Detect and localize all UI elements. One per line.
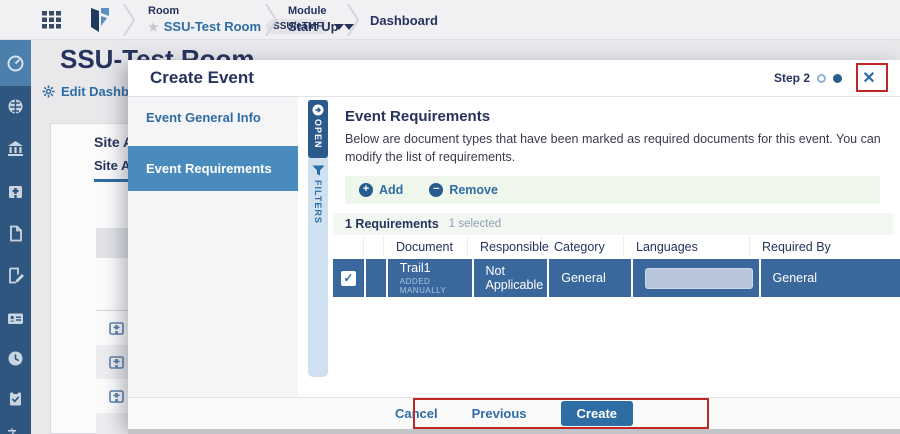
top-header-bar: Room ★ SSU-Test Room SSU/eTMF Module Sta… bbox=[0, 0, 900, 40]
modal-header: Create Event Step 2 ✕ bbox=[128, 60, 900, 97]
document-icon[interactable] bbox=[7, 225, 24, 242]
cell-responsible: Not Applicable bbox=[474, 259, 548, 297]
content-description: Below are document types that have been … bbox=[345, 130, 885, 166]
step-label: Step 2 bbox=[774, 71, 810, 85]
selected-count: 1 selected bbox=[449, 218, 501, 230]
left-sidebar: A bbox=[0, 40, 31, 434]
col-languages: Languages bbox=[624, 237, 750, 257]
create-event-modal: Create Event Step 2 ✕ Event General Info… bbox=[128, 60, 900, 429]
open-filters-tab[interactable]: OPEN bbox=[308, 100, 328, 158]
open-tab-label: OPEN bbox=[313, 119, 323, 149]
apps-grid-icon[interactable] bbox=[42, 11, 62, 29]
requirements-table: Document Type Responsible P... Category … bbox=[333, 235, 900, 297]
content-heading: Event Requirements bbox=[345, 108, 490, 125]
close-icon[interactable]: ✕ bbox=[856, 65, 882, 91]
requirements-count-bar: 1 Requirements 1 selected bbox=[333, 213, 893, 235]
modal-left-nav: Event General Info Event Requirements bbox=[128, 97, 298, 397]
col-document-type: Document Type bbox=[384, 237, 468, 257]
create-button[interactable]: Create bbox=[561, 401, 633, 426]
document-edit-icon[interactable] bbox=[7, 267, 24, 284]
gear-icon bbox=[42, 85, 55, 98]
breadcrumb-separator bbox=[344, 2, 362, 38]
col-responsible: Responsible P... bbox=[468, 237, 542, 257]
table-header-row: Document Type Responsible P... Category … bbox=[333, 235, 900, 259]
modal-title: Create Event bbox=[150, 68, 254, 88]
remove-button[interactable]: − Remove bbox=[429, 183, 498, 197]
add-label: Add bbox=[379, 183, 403, 197]
cell-document-type: Trail1 bbox=[400, 261, 472, 275]
cell-category: General bbox=[549, 259, 631, 297]
site-building-icon bbox=[109, 355, 124, 370]
id-card-icon[interactable] bbox=[7, 310, 24, 327]
module-name[interactable]: Start Up bbox=[288, 19, 339, 34]
step-dot-1 bbox=[817, 74, 826, 83]
room-name[interactable]: SSU-Test Room bbox=[164, 19, 261, 34]
row-checkbox[interactable]: ✓ bbox=[341, 271, 356, 286]
bank-icon[interactable] bbox=[7, 140, 24, 157]
dashboard-gauge-icon[interactable] bbox=[7, 55, 24, 72]
step-indicator: Step 2 bbox=[774, 71, 842, 85]
languages-input[interactable] bbox=[645, 268, 753, 289]
arrow-circle-icon bbox=[312, 104, 324, 116]
globe-icon[interactable] bbox=[7, 98, 24, 115]
remove-label: Remove bbox=[449, 183, 498, 197]
add-button[interactable]: + Add bbox=[359, 183, 403, 197]
col-required-by: Required By bbox=[750, 237, 890, 257]
nav-item-event-requirements[interactable]: Event Requirements bbox=[128, 146, 298, 191]
table-row[interactable]: ✓ Trail1 ADDED MANUALLY Not Applicable G… bbox=[333, 259, 900, 297]
breadcrumb-separator bbox=[262, 2, 280, 38]
added-manually-tag: ADDED MANUALLY bbox=[400, 277, 472, 295]
hospital-icon[interactable] bbox=[7, 183, 24, 200]
add-icon: + bbox=[359, 183, 373, 197]
step-dot-2 bbox=[833, 74, 842, 83]
requirements-count: 1 Requirements bbox=[345, 217, 439, 231]
cell-required-by: General bbox=[761, 259, 900, 297]
translate-icon[interactable]: A bbox=[7, 428, 24, 434]
previous-button[interactable]: Previous bbox=[472, 406, 527, 421]
clipboard-check-icon[interactable] bbox=[7, 390, 24, 407]
breadcrumb-separator bbox=[120, 2, 138, 38]
site-building-icon bbox=[109, 389, 124, 404]
brand-logo[interactable] bbox=[86, 6, 114, 34]
clock-icon[interactable] bbox=[7, 350, 24, 367]
requirements-toolbar: + Add − Remove bbox=[345, 176, 880, 204]
filters-tab-label: FILTERS bbox=[313, 180, 323, 224]
col-category: Category bbox=[542, 237, 624, 257]
nav-item-event-general-info[interactable]: Event General Info bbox=[128, 97, 298, 138]
app-window: Room ★ SSU-Test Room SSU/eTMF Module Sta… bbox=[0, 0, 900, 434]
cancel-button[interactable]: Cancel bbox=[395, 406, 438, 421]
star-icon[interactable]: ★ bbox=[148, 20, 159, 34]
filters-tab[interactable]: FILTERS bbox=[308, 162, 328, 224]
filter-funnel-icon bbox=[312, 165, 325, 176]
modal-footer: Cancel Previous Create bbox=[128, 397, 900, 429]
site-building-icon bbox=[109, 321, 124, 336]
remove-icon: − bbox=[429, 183, 443, 197]
breadcrumb-dashboard[interactable]: Dashboard bbox=[370, 13, 438, 28]
modal-bottom-shadow bbox=[128, 429, 900, 434]
filter-rail: OPEN FILTERS bbox=[308, 100, 328, 377]
